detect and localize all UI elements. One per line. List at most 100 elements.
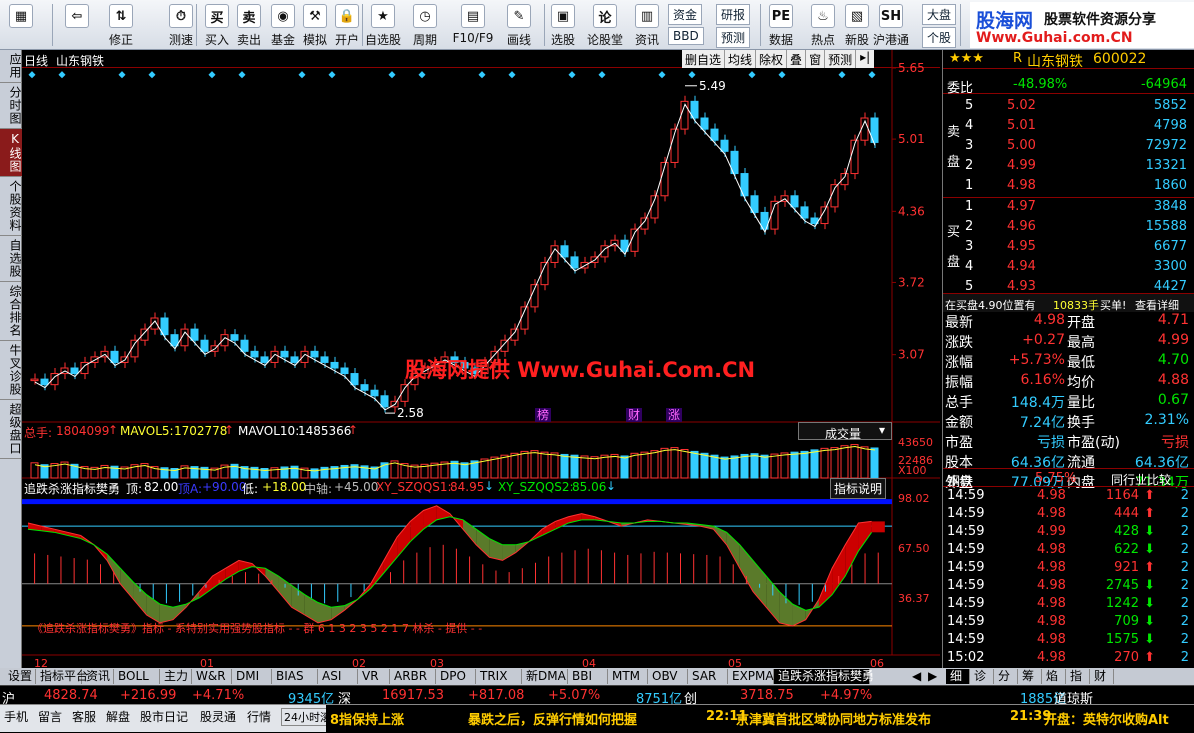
- toolbar-button-forum[interactable]: 论论股堂: [587, 2, 624, 48]
- sidebar-tab-5[interactable]: 综合排名: [0, 282, 22, 341]
- news-item[interactable]: 8指保持上涨: [330, 709, 404, 728]
- toolbar-button-data[interactable]: PE 数据: [764, 2, 798, 48]
- toolbar-button-hot[interactable]: ♨ 热点: [806, 2, 840, 48]
- fund-button[interactable]: 资金: [668, 4, 703, 25]
- indicator-tab-5[interactable]: W&R: [192, 669, 232, 684]
- volume-bar: [640, 451, 649, 479]
- status-item-6[interactable]: 行情: [247, 708, 271, 725]
- toolbar-button-sh-hk[interactable]: SH 沪港通: [873, 2, 909, 48]
- toolbar-button-grid[interactable]: ▦: [4, 2, 38, 48]
- toolbar-button-lock[interactable]: 🔒 开户: [330, 2, 364, 48]
- ind-s1-label: XY_SZQQS1:: [376, 480, 452, 494]
- sidebar-tab-1[interactable]: 分时图: [0, 83, 22, 129]
- toolbar-button-label: 论股堂: [587, 33, 624, 47]
- right-panel-tab-5[interactable]: 指: [1066, 669, 1090, 684]
- toolbar-button-label: 新股: [844, 33, 869, 47]
- toolbar-button-pen[interactable]: ✎ 画线: [502, 2, 536, 48]
- indicator-tab-15[interactable]: MTM: [608, 669, 648, 684]
- indicator-tab-4[interactable]: 主力: [160, 669, 192, 684]
- sidebar-tab-2[interactable]: K线图: [0, 129, 22, 177]
- right-panel-tab-2[interactable]: 分: [994, 669, 1018, 684]
- status-item-3[interactable]: 解盘: [106, 708, 130, 725]
- indicator-tab-19[interactable]: 追跌杀涨指标樊勇: [774, 669, 874, 684]
- indicator-tab-9[interactable]: VR: [358, 669, 390, 684]
- buy-level-row[interactable]: 1 4.97 3848: [943, 198, 1194, 217]
- toolbar-button-period[interactable]: ◷ 周期: [408, 2, 442, 48]
- bbd-button[interactable]: BBD: [668, 27, 704, 45]
- indicator-tab-0[interactable]: 设置: [4, 669, 36, 684]
- candle-body: [710, 128, 719, 141]
- indicator-tab-7[interactable]: BIAS: [272, 669, 318, 684]
- toolbar-button-buy[interactable]: 买买入: [200, 2, 234, 48]
- toolbar-button-new-stock[interactable]: ▧ 新股: [840, 2, 874, 48]
- toolbar-button-f10[interactable]: ▤ F10/F9: [453, 2, 493, 48]
- status-item-5[interactable]: 股灵通: [200, 708, 236, 725]
- stat-row: 涨跌 +0.27 最高 4.99: [943, 332, 1194, 351]
- sidebar-tab-4[interactable]: 自选股: [0, 236, 22, 282]
- indicator-tab-8[interactable]: ASI: [318, 669, 358, 684]
- indicator-tick-label: 98.02: [898, 492, 930, 505]
- vol-selector[interactable]: 成交量 ▾: [798, 422, 892, 441]
- dapan-button[interactable]: 大盘: [922, 4, 957, 25]
- right-panel-tab-3[interactable]: 筹: [1018, 669, 1042, 684]
- right-panel-tab-4[interactable]: 焰: [1042, 669, 1066, 684]
- event-tag-label: 榜: [537, 407, 549, 422]
- sell-level-row[interactable]: 3 5.00 72972: [943, 137, 1194, 156]
- toolbar-button-watchlist[interactable]: ★ 自选股: [365, 2, 401, 48]
- sidebar-tab-7[interactable]: 超级盘口: [0, 400, 22, 459]
- indicator-tab-16[interactable]: OBV: [648, 669, 688, 684]
- news-item[interactable]: 京津冀首批区域协同地方标准发布: [736, 709, 931, 728]
- research-button[interactable]: 研报: [716, 4, 751, 25]
- status-item-2[interactable]: 客服: [72, 708, 96, 725]
- indicator-tab-3[interactable]: BOLL: [114, 669, 160, 684]
- buy-level-row[interactable]: 4 4.94 3300: [943, 258, 1194, 277]
- sidebar-tab-6[interactable]: 牛叉诊股: [0, 341, 22, 400]
- status-item-1[interactable]: 留言: [38, 708, 62, 725]
- industry-compare-button[interactable]: 同行业比较: [1111, 471, 1171, 488]
- toolbar-button-stock-select[interactable]: ▣ 选股: [546, 2, 580, 48]
- right-panel-tab-6[interactable]: 财: [1090, 669, 1114, 684]
- indicator-tab-12[interactable]: TRIX: [476, 669, 522, 684]
- indicator-tab-14[interactable]: BBI: [568, 669, 608, 684]
- scroll-right-icon[interactable]: ▶: [928, 669, 937, 683]
- forecast-button[interactable]: 预测: [716, 27, 751, 48]
- sell-level-row[interactable]: 1 4.98 1860: [943, 177, 1194, 196]
- news-item[interactable]: 暴跌之后，反弹行情如何把握: [468, 709, 637, 728]
- toolbar-button-revise[interactable]: ⇅ 修正: [104, 2, 138, 48]
- right-panel-tab-0[interactable]: 细: [946, 669, 970, 684]
- scroll-left-icon[interactable]: ◀: [912, 669, 921, 683]
- indicator-tab-10[interactable]: ARBR: [390, 669, 436, 684]
- indicator-tab-13[interactable]: 新DMA: [522, 669, 568, 684]
- indicator-tab-17[interactable]: SAR: [688, 669, 728, 684]
- status-item-4[interactable]: 股市日记: [140, 708, 188, 725]
- sidebar-tab-0[interactable]: 应用: [0, 50, 22, 83]
- indicator-tab-11[interactable]: DPO: [436, 669, 476, 684]
- indicator-help-button[interactable]: 指标说明: [830, 478, 887, 499]
- buy-level-row[interactable]: 3 4.95 6677: [943, 238, 1194, 257]
- sell-level-row[interactable]: 4 5.01 4798: [943, 117, 1194, 136]
- toolbar-button-sell[interactable]: 卖卖出: [232, 2, 266, 48]
- toolbar-button-speed-test[interactable]: ⏱ 测速: [164, 2, 198, 48]
- sell-level-row[interactable]: 5 5.02 5852: [943, 97, 1194, 116]
- sidebar-tab-3[interactable]: 个股资料: [0, 177, 22, 236]
- indicator-tab-18[interactable]: EXPMA: [728, 669, 774, 684]
- toolbar-button-simulate[interactable]: ⚒ 模拟: [298, 2, 332, 48]
- sell-level-row[interactable]: 2 4.99 13321: [943, 157, 1194, 176]
- brand-banner: 股海网 股票软件资源分享 Www.Guhai.com.CN: [970, 2, 1194, 48]
- sell-volume: 1860: [1153, 178, 1187, 193]
- toolbar-button-news[interactable]: ▥ 资讯: [630, 2, 664, 48]
- toolbar-button-fund[interactable]: ◉ 基金: [266, 2, 300, 48]
- toolbar-button-back-arrow[interactable]: ⇦: [60, 2, 94, 48]
- status-item-0[interactable]: 手机: [4, 708, 28, 725]
- gegu-button[interactable]: 个股: [922, 27, 957, 48]
- stat-row: 振幅 6.16% 均价 4.88: [943, 372, 1194, 391]
- view-detail-link[interactable]: 查看详细: [1135, 297, 1179, 313]
- indicator-tab-1[interactable]: 指标平台: [36, 669, 88, 684]
- news-item[interactable]: 开盘：英特尔收购Alt: [1044, 709, 1169, 728]
- data-icon: PE: [769, 4, 793, 28]
- buy-level-row[interactable]: 2 4.96 15588: [943, 218, 1194, 237]
- indicator-tick-label: 36.37: [898, 592, 930, 605]
- indicator-tab-2[interactable]: 资讯: [82, 669, 114, 684]
- right-panel-tab-1[interactable]: 诊: [970, 669, 994, 684]
- indicator-tab-6[interactable]: DMI: [232, 669, 272, 684]
